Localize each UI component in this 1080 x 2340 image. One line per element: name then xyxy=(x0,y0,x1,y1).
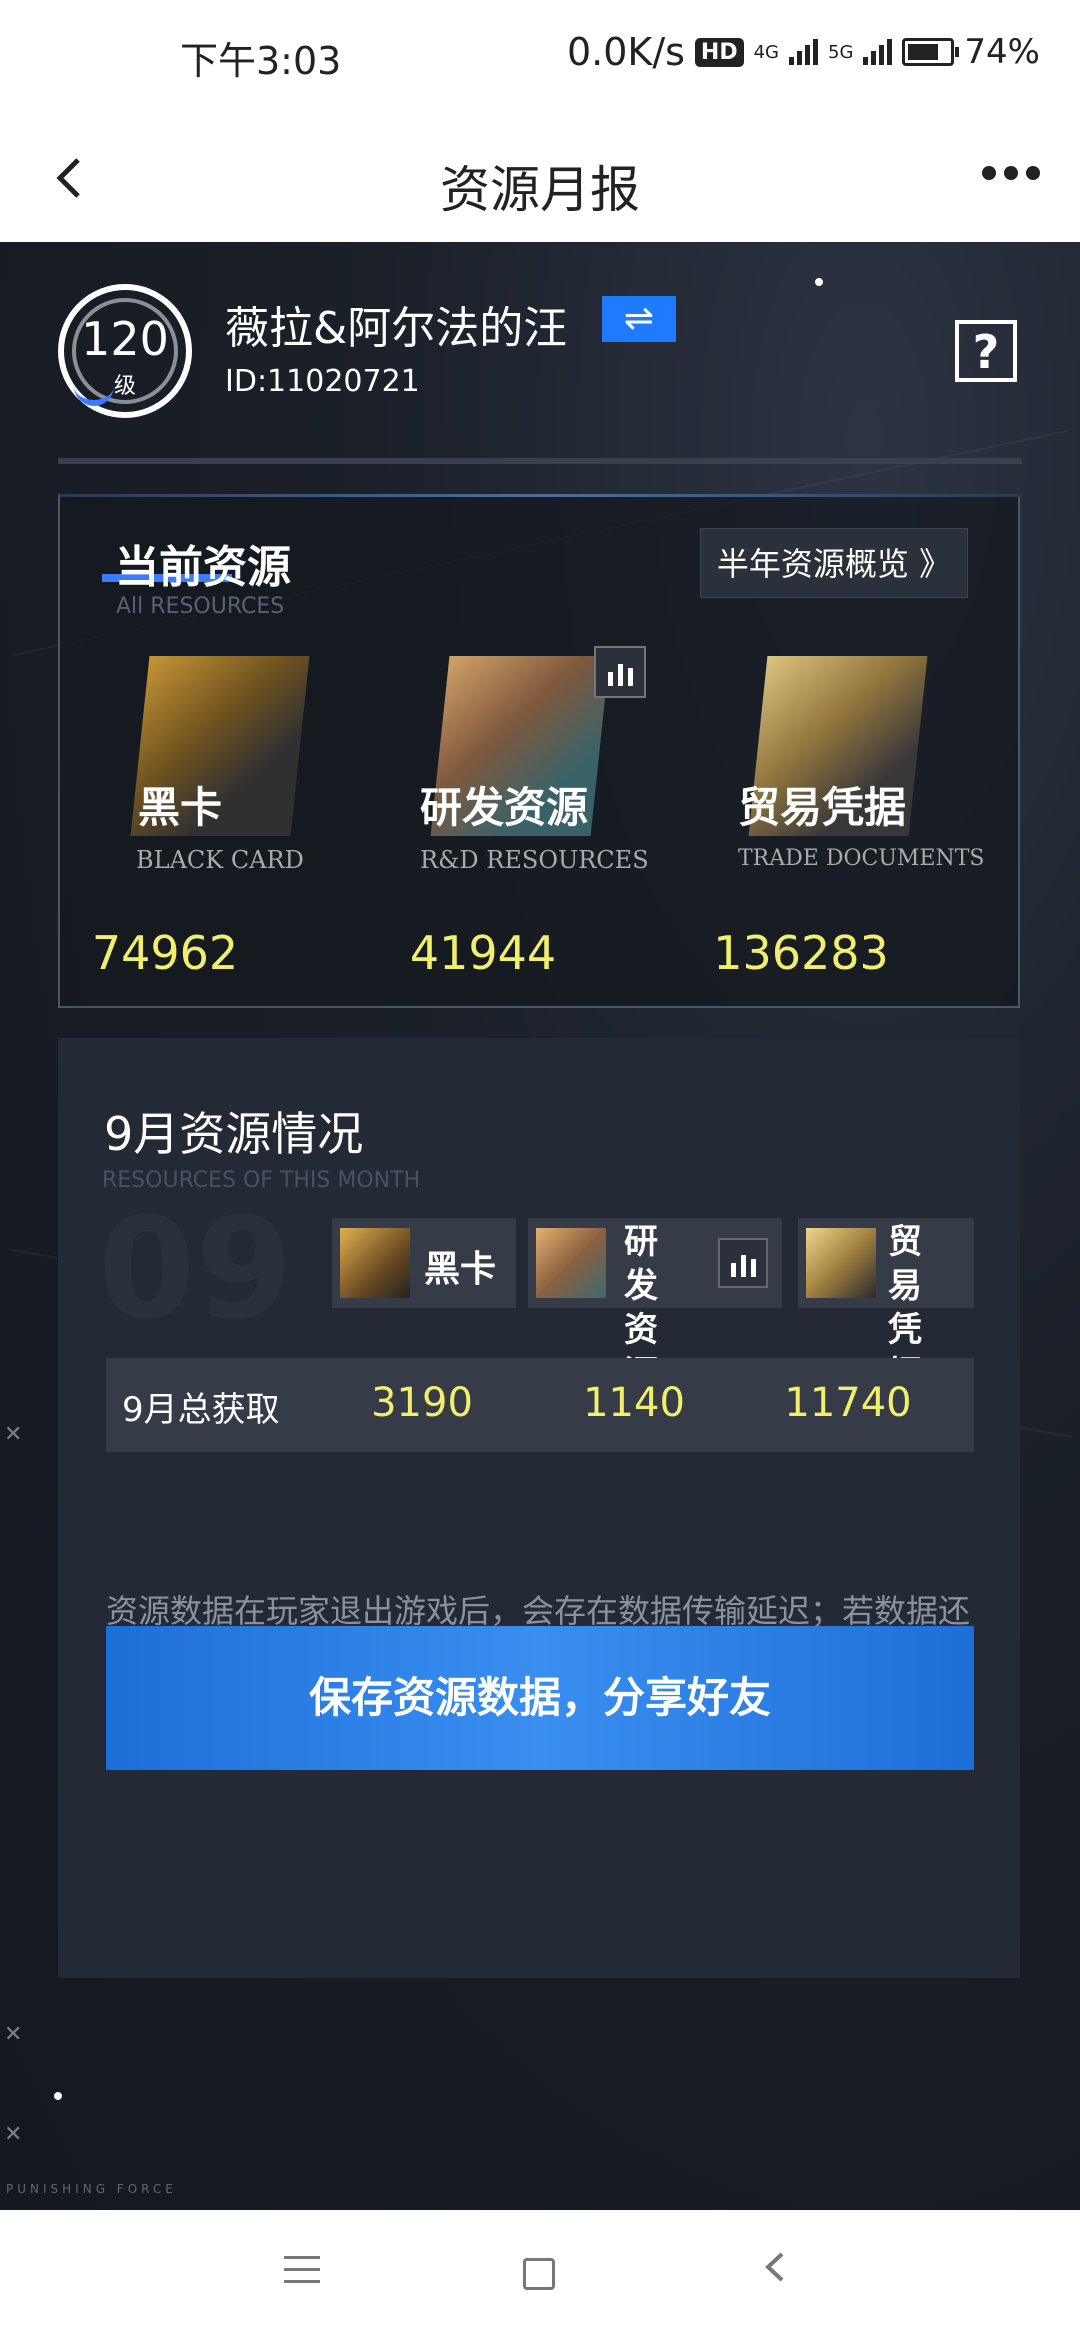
hd-badge: HD xyxy=(694,37,744,67)
net-4g-label: 4G xyxy=(753,41,780,63)
star-decoration xyxy=(815,278,823,286)
x-decoration: ✕ xyxy=(4,2022,23,2047)
net-5g-label: 5G xyxy=(828,41,854,63)
section-title: 9月资源情况 xyxy=(104,1107,364,1161)
section-subtitle: All RESOURCES xyxy=(116,594,285,619)
signal-icon xyxy=(789,39,819,65)
more-button[interactable] xyxy=(982,166,1040,180)
nav-back-button[interactable] xyxy=(760,2242,790,2304)
monthly-resources-panel: 9月资源情况 RESOURCES OF THIS MONTH 09 黑卡 研发资… xyxy=(58,1038,1020,1978)
page-title: 资源月报 xyxy=(440,161,640,219)
trade-documents-image xyxy=(806,1228,876,1298)
rd-resources-image xyxy=(536,1228,606,1298)
report-content: ✕ ✕ ✕ 120 级 薇拉&阿尔法的汪 ⇌ ID:11020721 ? 当前资… xyxy=(0,242,1080,2210)
rd-resources-value: 41944 xyxy=(409,926,557,980)
status-time: 下午3:03 xyxy=(180,39,342,83)
chip-trade: 贸易凭据 xyxy=(798,1218,974,1394)
current-resources-panel: 当前资源 All RESOURCES 半年资源概览 》 黑卡 BLACK CAR… xyxy=(58,494,1022,1008)
menu-icon xyxy=(284,2256,320,2259)
switch-account-icon[interactable]: ⇌ xyxy=(602,296,676,342)
section-title: 当前资源 xyxy=(115,542,291,593)
battery-percent: 74% xyxy=(964,32,1040,72)
bar-chart-icon[interactable] xyxy=(718,1238,768,1288)
level-number: 120 xyxy=(81,312,169,366)
player-name: 薇拉&阿尔法的汪 xyxy=(225,303,568,354)
black-card-value: 74962 xyxy=(91,926,239,980)
chevron-left-icon xyxy=(765,2252,784,2282)
total-black-card: 3190 xyxy=(371,1380,473,1426)
save-share-button[interactable]: 保存资源数据，分享好友 xyxy=(106,1626,974,1770)
help-icon[interactable]: ? xyxy=(955,320,1017,382)
total-trade: 11740 xyxy=(784,1380,912,1426)
chip-rd: 研发资源 xyxy=(528,1218,782,1394)
signal-icon xyxy=(863,39,893,65)
app-header: 资源月报 xyxy=(0,120,1080,242)
battery-icon xyxy=(902,38,960,66)
chip-black-card: 黑卡 xyxy=(332,1218,516,1308)
system-nav-bar xyxy=(0,2210,1080,2340)
total-label: 9月总获取 xyxy=(122,1390,280,1430)
total-rd: 1140 xyxy=(583,1380,685,1426)
black-card-image xyxy=(340,1228,410,1298)
divider xyxy=(58,458,1022,464)
level-badge: 120 级 xyxy=(58,284,192,418)
menu-button[interactable] xyxy=(284,2256,320,2292)
status-bar: 下午3:03 0.0K/s HD 4G 5G 74% xyxy=(0,0,1080,120)
bar-chart-icon[interactable] xyxy=(594,646,646,698)
punishing-force-logo: PUNISHING FORCE xyxy=(6,2182,177,2196)
home-button[interactable] xyxy=(523,2258,555,2290)
half-year-overview-button[interactable]: 半年资源概览 》 xyxy=(700,528,968,598)
player-id: ID:11020721 xyxy=(225,364,420,399)
more-dots-icon xyxy=(982,166,996,180)
month-watermark: 09 xyxy=(98,1188,293,1351)
star-decoration xyxy=(54,2092,62,2100)
status-indicators: 0.0K/s HD 4G 5G 74% xyxy=(567,30,1040,74)
net-speed: 0.0K/s xyxy=(566,30,685,74)
resource-card-trade: 贸易凭据 TRADE DOCUMENTS xyxy=(728,656,984,896)
x-decoration: ✕ xyxy=(4,2122,23,2147)
monthly-total-row: 9月总获取 3190 1140 11740 xyxy=(106,1358,974,1452)
trade-documents-value: 136283 xyxy=(713,926,889,980)
x-decoration: ✕ xyxy=(4,1422,23,1447)
resource-card-black-card: 黑卡 BLACK CARD xyxy=(110,656,310,896)
resource-card-rd: 研发资源 R&D RESOURCES xyxy=(410,656,649,896)
